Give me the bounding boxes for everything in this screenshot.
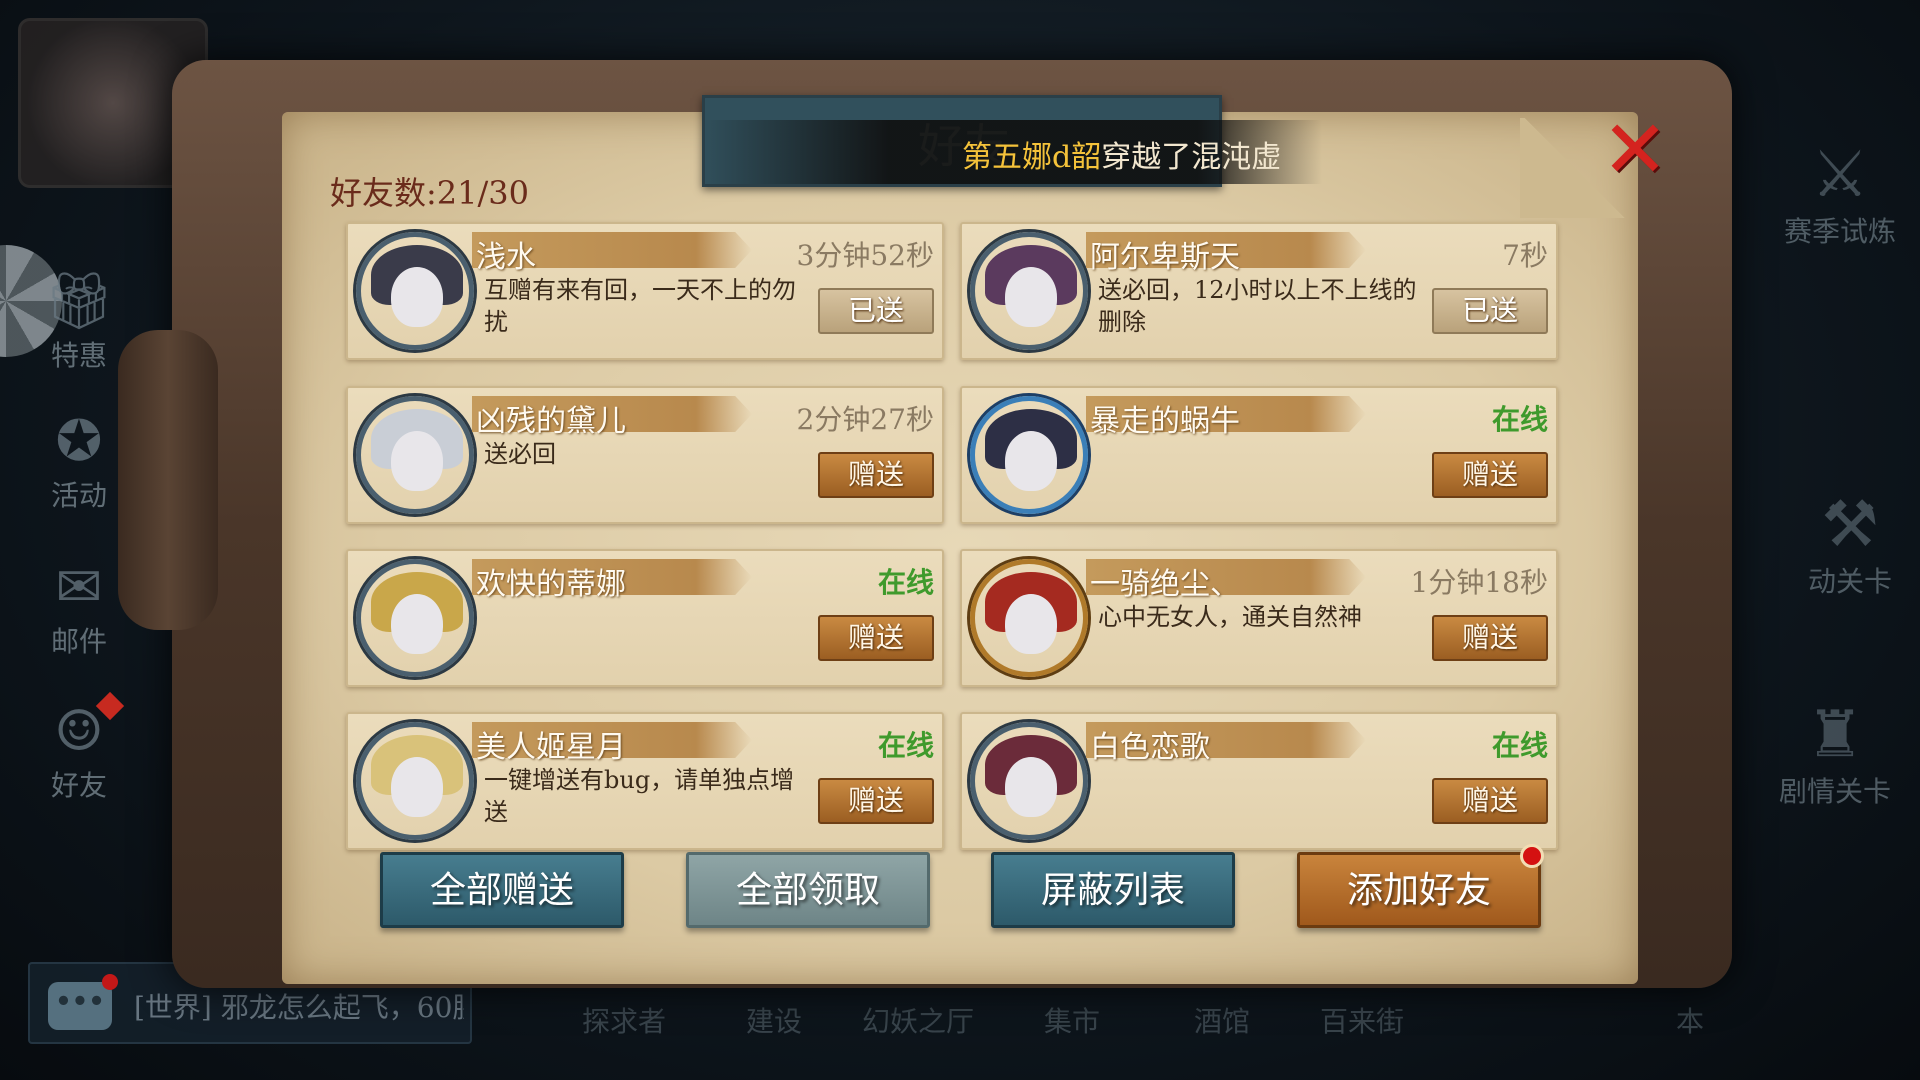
sidebar-item-friends[interactable]: ☺ 好友 — [24, 700, 134, 804]
tab-tavern[interactable]: 酒馆 — [1194, 1000, 1250, 1040]
friend-status: 2分钟27秒 — [796, 403, 934, 436]
friend-signature: 送必回，12小时以上不上线的删除 — [1098, 276, 1417, 336]
friend-avatar[interactable] — [356, 559, 474, 677]
tab-market[interactable]: 集市 — [1044, 1000, 1100, 1040]
friend-signature: 互赠有来有回，一天不上的勿扰 — [484, 276, 796, 336]
friend-status: 3分钟52秒 — [796, 239, 934, 272]
announcement-message: 穿越了混沌虚 — [1101, 140, 1282, 175]
friend-status: 在线 — [877, 566, 934, 599]
sidebar-label: 特惠 — [50, 339, 107, 372]
sent-button[interactable]: 已送 — [1432, 288, 1548, 334]
friend-avatar[interactable] — [356, 722, 474, 840]
friend-status: 在线 — [1491, 729, 1548, 762]
tab-seeker[interactable]: 探求者 — [582, 1000, 666, 1040]
friend-count: 好友数:21/30 — [330, 174, 530, 212]
friend-avatar[interactable] — [356, 396, 474, 514]
friend-name: 暴走的蜗牛 — [1090, 404, 1240, 439]
sidebar-label: 活动 — [50, 479, 107, 512]
send-all-button[interactable]: 全部赠送 — [380, 852, 624, 928]
friend-card[interactable]: 美人姬星月 在线一键增送有bug，请单独点增送 赠送 — [346, 712, 944, 850]
friend-name: 一骑绝尘、 — [1090, 567, 1240, 602]
chat-notification-dot — [102, 974, 118, 990]
friend-name: 白色恋歌 — [1090, 730, 1210, 765]
add-friend-button[interactable]: 添加好友 — [1297, 852, 1541, 928]
avatar-face — [1005, 267, 1057, 327]
add-friend-notification-dot — [1520, 844, 1544, 868]
sidebar-label: 邮件 — [50, 625, 107, 658]
close-button[interactable]: ✕ — [1600, 110, 1670, 190]
friend-card[interactable]: 白色恋歌 在线赠送 — [960, 712, 1558, 850]
friend-name: 欢快的蒂娜 — [476, 567, 626, 602]
announcement-text: 第五娜d韶穿越了混沌虚 — [962, 132, 1281, 176]
friend-card[interactable]: 阿尔卑斯天 7秒送必回，12小时以上不上线的删除 已送 — [960, 222, 1558, 360]
friend-avatar[interactable] — [356, 232, 474, 350]
gift-button[interactable]: 赠送 — [1432, 615, 1548, 661]
tab-street[interactable]: 百来街 — [1320, 1000, 1404, 1040]
friend-name: 凶残的黛儿 — [476, 404, 626, 439]
friend-status: 7秒 — [1502, 239, 1548, 272]
tab-build[interactable]: 建设 — [746, 1000, 802, 1040]
gift-button[interactable]: 赠送 — [818, 615, 934, 661]
menu-stage[interactable]: ⚒ 动关卡 — [1790, 490, 1910, 600]
friend-avatar[interactable] — [970, 232, 1088, 350]
friend-card[interactable]: 浅水 3分钟52秒 互赠有来有回，一天不上的勿扰 已送 — [346, 222, 944, 360]
avatar-face — [1005, 757, 1057, 817]
announcement-player: 第五娜d韶 — [962, 140, 1102, 175]
tab-hall[interactable]: 幻妖之厅 — [862, 1000, 974, 1040]
friend-signature: 心中无女人，通关自然神 — [1098, 603, 1362, 631]
castle-icon: ♜ — [1806, 698, 1864, 772]
friend-card[interactable]: 暴走的蜗牛 在线赠送 — [960, 386, 1558, 524]
avatar-face — [1005, 594, 1057, 654]
claim-all-button[interactable]: 全部领取 — [686, 852, 930, 928]
friend-signature: 送必回 — [484, 440, 556, 468]
friend-status: 在线 — [1491, 403, 1548, 436]
menu-label: 动关卡 — [1807, 565, 1892, 598]
menu-story-stage[interactable]: ♜ 剧情关卡 — [1760, 700, 1910, 810]
gift-button[interactable]: 赠送 — [818, 778, 934, 824]
friend-name: 美人姬星月 — [476, 730, 626, 765]
chat-icon[interactable]: ••• — [48, 982, 112, 1030]
avatar-face — [391, 594, 443, 654]
friend-avatar[interactable] — [970, 722, 1088, 840]
friend-card[interactable]: 凶残的黛儿 2分钟27秒送必回 赠送 — [346, 386, 944, 524]
friend-name: 浅水 — [476, 240, 536, 275]
friend-name: 阿尔卑斯天 — [1090, 240, 1240, 275]
crossed-hammers-icon: ⚒ — [1821, 488, 1879, 562]
menu-label: 剧情关卡 — [1778, 775, 1891, 808]
gift-icon: 🎁︎ — [43, 269, 115, 334]
friend-status: 1分钟18秒 — [1410, 566, 1548, 599]
book-spine — [118, 330, 218, 630]
avatar-face — [391, 757, 443, 817]
friend-signature: 一键增送有bug，请单独点增送 — [484, 766, 795, 826]
menu-label: 赛季试炼 — [1783, 215, 1896, 248]
avatar-face — [391, 267, 443, 327]
friend-avatar[interactable] — [970, 559, 1088, 677]
avatar-face — [391, 431, 443, 491]
sword-emblem-icon: ⚔ — [1811, 138, 1869, 212]
friend-avatar[interactable] — [970, 396, 1088, 514]
chat-message: [世界] 邪龙怎么起飞，60肼 — [134, 991, 464, 1024]
tab-book[interactable]: 本 — [1676, 1000, 1704, 1040]
gift-button[interactable]: 赠送 — [1432, 778, 1548, 824]
menu-season-trial[interactable]: ⚔ 赛季试炼 — [1770, 140, 1910, 250]
friend-status: 在线 — [877, 729, 934, 762]
friend-card[interactable]: 一骑绝尘、 1分钟18秒心中无女人，通关自然神 赠送 — [960, 549, 1558, 687]
sidebar-item-deals[interactable]: 🎁︎ 特惠 — [24, 270, 134, 374]
bottom-nav: 探求者 建设 幻妖之厅 集市 酒馆 百来街 本 — [560, 1000, 1760, 1050]
block-list-button[interactable]: 屏蔽列表 — [991, 852, 1235, 928]
gift-button[interactable]: 赠送 — [1432, 452, 1548, 498]
sidebar-label: 好友 — [50, 769, 107, 802]
gift-button[interactable]: 赠送 — [818, 452, 934, 498]
sent-button[interactable]: 已送 — [818, 288, 934, 334]
friend-card[interactable]: 欢快的蒂娜 在线赠送 — [346, 549, 944, 687]
avatar-face — [1005, 431, 1057, 491]
